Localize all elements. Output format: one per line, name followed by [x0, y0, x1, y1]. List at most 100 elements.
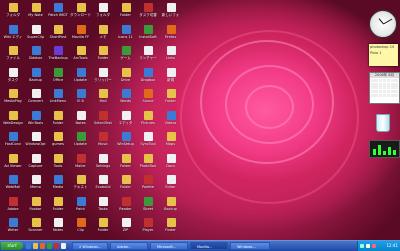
tray-security-icon[interactable] [372, 244, 376, 248]
calendar-day-cell[interactable] [375, 86, 379, 90]
desktop-icon-label: Ecobuild [95, 185, 111, 189]
calendar-day-cell[interactable] [386, 90, 390, 94]
calendar-day-cell[interactable] [394, 79, 398, 83]
tray-network-icon[interactable] [360, 244, 364, 248]
desktop-icon-image [9, 196, 18, 206]
taskbar-button[interactable]: Adobe... [110, 242, 148, 250]
calendar-day-cell[interactable] [390, 90, 394, 94]
taskbar-button[interactable]: 2 Windows... [72, 242, 108, 250]
calendar-day-cell[interactable] [379, 82, 383, 86]
desktop-icon-label: Folder [97, 228, 109, 232]
calendar-day-cell[interactable] [382, 93, 387, 97]
desktop-icon-image [99, 3, 108, 12]
desktop-icon-label: Editor [165, 185, 176, 189]
desktop-icon-image [121, 89, 131, 98]
calendar-day-cell[interactable] [375, 79, 379, 83]
calendar-day-cell[interactable] [382, 90, 387, 94]
calendar-day-cell[interactable] [386, 93, 390, 97]
desktop-icon-image [76, 175, 86, 184]
desktop-icon-label: Backup [29, 77, 42, 82]
desktop-icon-label: Links [166, 56, 175, 60]
desktop-icon-image [54, 110, 63, 120]
calendar-day-cell[interactable] [382, 79, 387, 83]
quicklaunch-folder-icon[interactable] [33, 243, 38, 249]
desktop-icon-image [144, 132, 153, 141]
calendar-day-cell[interactable] [390, 86, 394, 90]
clock-gadget[interactable] [369, 10, 397, 38]
desktop-icon-image [9, 46, 18, 55]
desktop-icon-image [166, 67, 176, 77]
desktop-icon-image [54, 175, 63, 184]
quicklaunch-desktop-icon[interactable] [47, 243, 52, 249]
calendar-day-cell[interactable] [386, 82, 390, 86]
calendar-day-cell[interactable] [382, 86, 387, 90]
desktop-icon-image [99, 24, 108, 34]
desktop-icon-image [54, 46, 63, 55]
calendar-day-cell[interactable] [371, 93, 375, 97]
quicklaunch-ie-icon[interactable] [26, 243, 31, 249]
desktop-icon-grid: フォルダ My Note Patch IMGT ダウンロード フォルダ Folder タスク… [0, 0, 182, 238]
calendar-day-cell[interactable] [375, 93, 379, 97]
desktop-icon-image [144, 196, 153, 206]
desktop-icon-image [166, 24, 176, 34]
desktop-icon-label: WebDesign [3, 120, 23, 125]
quicklaunch-app-icon[interactable] [54, 243, 59, 249]
taskbar-button[interactable]: Mozilla... [190, 242, 228, 250]
taskbar-button[interactable]: Microsoft... [150, 242, 188, 250]
desktop-icon-image [166, 153, 176, 163]
desktop-icon-label: エディタ [118, 120, 133, 125]
calendar-day-cell[interactable] [394, 82, 398, 86]
desktop-icon-label: タスク [7, 77, 19, 82]
desktop-icon-label: Folder [120, 13, 131, 17]
taskbar-clock[interactable]: 12:41 [386, 242, 398, 250]
quicklaunch-media-icon[interactable] [40, 243, 45, 249]
calendar-day-cell[interactable] [382, 82, 387, 86]
calendar-gadget[interactable]: 2008年 8月 [369, 72, 400, 104]
desktop-icon-label: Palette [141, 185, 155, 189]
desktop-icon-label: ランチャー [139, 56, 157, 60]
calendar-day-cell[interactable] [390, 93, 394, 97]
calendar-day-cell[interactable] [371, 79, 375, 83]
calendar-day-cell[interactable] [379, 90, 383, 94]
desktop-icon-label: Notes [52, 228, 64, 232]
calendar-day-cell[interactable] [394, 93, 398, 97]
sticky-note-gadget[interactable]: photoshop CS Pixia 1 [369, 44, 398, 66]
desktop-icon-image [144, 89, 153, 98]
calendar-day-cell[interactable] [379, 93, 383, 97]
calendar-day-cell[interactable] [375, 90, 379, 94]
desktop-icon-label: IE 8 [77, 99, 84, 103]
desktop-icon-image [166, 196, 176, 206]
taskbar: start 2 Windows... Adobe... Microsoft...… [0, 240, 400, 251]
desktop-icon-image [144, 110, 153, 120]
tray-volume-icon[interactable] [366, 244, 370, 248]
calendar-day-cell[interactable] [390, 82, 394, 86]
desktop-icon-label: Player [142, 228, 154, 232]
desktop-icon-image [9, 24, 18, 34]
cpu-meter-gadget[interactable] [369, 140, 400, 158]
taskbar-button[interactable]: Windows... [230, 242, 270, 250]
desktop-icon-label: ArcTools [73, 56, 88, 60]
desktop-icon-label: Pictures [141, 120, 155, 125]
calendar-day-cell[interactable] [394, 90, 398, 94]
start-button[interactable]: start [1, 242, 23, 250]
calendar-day-cell[interactable] [371, 86, 375, 90]
calendar-day-cell[interactable] [371, 90, 375, 94]
calendar-day-cell[interactable] [386, 86, 390, 90]
desktop-icon-image [121, 218, 131, 227]
calendar-day-cell[interactable] [390, 79, 394, 83]
calendar-day-cell[interactable] [386, 79, 390, 83]
calendar-day-cell[interactable] [371, 82, 375, 86]
desktop-icon-label: Folder [52, 120, 64, 125]
desktop-icon-label: Finder [165, 228, 176, 232]
desktop-icon-image [144, 24, 153, 34]
desktop-icon-image [144, 153, 153, 163]
recycle-bin-icon[interactable] [373, 110, 391, 134]
calendar-day-cell[interactable] [394, 86, 398, 90]
calendar-day-cell[interactable] [379, 79, 383, 83]
quicklaunch-app-icon[interactable] [61, 243, 66, 249]
desktop-icon-image [31, 46, 41, 55]
desktop-icon-label: Words [120, 99, 131, 103]
calendar-day-cell[interactable] [379, 86, 383, 90]
calendar-day-cell[interactable] [375, 82, 379, 86]
desktop-icon-image [54, 153, 63, 163]
